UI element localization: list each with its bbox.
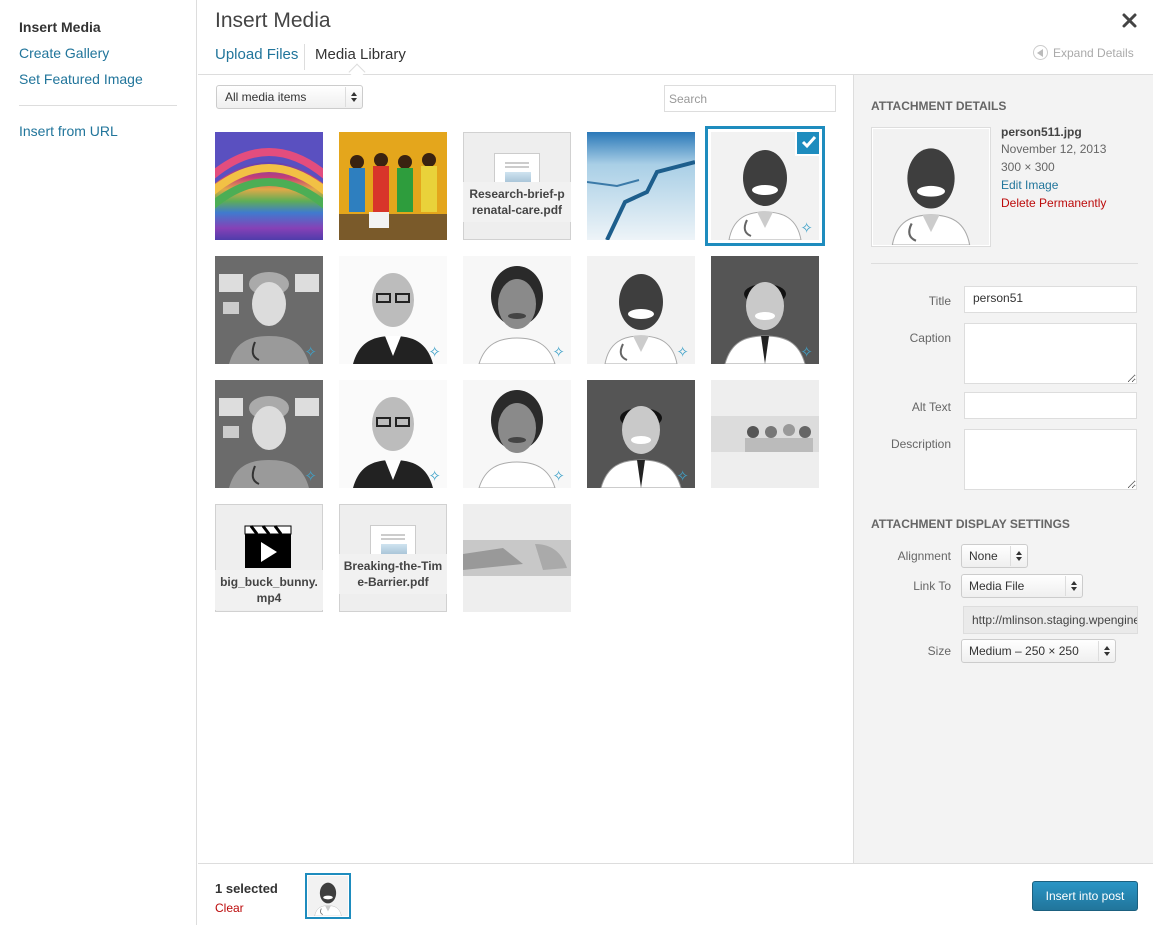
details-separator [871,263,1138,264]
attachment-thumbnail [871,127,991,247]
media-item-doctor-asian-2[interactable]: ✧ [587,380,695,488]
media-filter-select[interactable]: All media items [216,85,363,109]
arrow-left-icon [1033,45,1048,60]
sparkle-icon: ✧ [428,468,441,485]
modal-title: Insert Media [215,9,331,32]
sparkle-icon: ✧ [428,344,441,361]
clear-selection-link[interactable]: Clear [215,901,244,915]
sparkle-icon: ✧ [552,468,565,485]
media-toolbar-footer: 1 selected Clear Insert into post [198,863,1153,925]
caption-field[interactable] [964,323,1137,384]
menu-item-insert-from-url[interactable]: Insert from URL [19,123,118,139]
display-settings-heading: Attachment Display Settings [871,517,1070,531]
alt-text-field[interactable] [964,392,1137,419]
link-to-select[interactable]: Media File [961,574,1083,598]
caption-label: Caption [909,331,951,345]
hand-photo [463,504,571,612]
link-to-value: Media File [969,579,1025,593]
delete-permanently-link[interactable]: Delete Permanently [1001,196,1106,210]
link-to-label: Link To [913,579,951,593]
description-label: Description [890,437,951,451]
attachment-details-panel: Attachment Details person511.jpg Novembe… [853,75,1153,863]
selected-attachment-thumbnail[interactable] [305,873,351,919]
media-item-team[interactable] [711,380,819,488]
menu-item-create-gallery[interactable]: Create Gallery [19,45,109,61]
media-item-hand[interactable] [463,504,571,612]
sparkle-icon: ✧ [800,220,813,237]
ice-image [587,132,695,240]
alignment-label: Alignment [897,549,951,563]
media-item-ice[interactable] [587,132,695,240]
sparkle-icon: ✧ [800,344,813,361]
media-item-filename: Breaking-the-Time-Barrier.pdf [339,554,447,594]
media-item-nurse[interactable]: ✧ [215,256,323,364]
media-item-breaking-pdf[interactable]: Breaking-the-Time-Barrier.pdf [339,504,447,612]
title-label: Title [928,294,951,308]
description-field[interactable] [964,429,1137,490]
media-item-man-glasses-2[interactable]: ✧ [339,380,447,488]
attachment-dimensions: 300 × 300 [1001,160,1055,174]
attachment-date: November 12, 2013 [1001,142,1107,156]
media-item-woman[interactable]: ✧ [463,256,571,364]
select-arrows-icon [1010,546,1026,566]
media-item-research-pdf[interactable]: Research-brief-prenatal-care.pdf [463,132,571,240]
media-modal-menu: Insert Media Create Gallery Set Featured… [0,0,197,925]
media-item-doctor-asian[interactable]: ✧ [711,256,819,364]
menu-separator [19,105,177,106]
market-women-image [339,132,447,240]
checkmark-icon[interactable] [795,132,819,156]
menu-item-set-featured-image[interactable]: Set Featured Image [19,71,143,87]
sparkle-icon: ✧ [304,344,317,361]
alignment-select[interactable]: None [961,544,1028,568]
title-field[interactable]: person51 [964,286,1137,313]
link-url-field[interactable]: http://mlinson.staging.wpengine.com/wp-c… [963,606,1138,634]
expand-details-link[interactable]: Expand Details [1033,45,1134,60]
media-item-woman-2[interactable]: ✧ [463,380,571,488]
media-item-market-women[interactable] [339,132,447,240]
attachment-filename: person511.jpg [1001,125,1082,139]
close-icon[interactable] [1120,10,1140,32]
media-item-person511-selected[interactable]: ✧ [711,132,819,240]
sparkle-icon: ✧ [552,344,565,361]
active-tab-caret [348,63,366,81]
tab-media-library[interactable]: Media Library [315,46,406,63]
size-value: Medium – 250 × 250 [969,644,1079,658]
menu-item-insert-media[interactable]: Insert Media [19,19,101,35]
tab-upload-files[interactable]: Upload Files [215,46,298,63]
tab-divider [304,44,305,70]
alt-text-label: Alt Text [911,400,951,414]
media-item-doctor[interactable]: ✧ [587,256,695,364]
sparkle-icon: ✧ [676,468,689,485]
insert-into-post-button[interactable]: Insert into post [1032,881,1138,911]
attachment-details-heading: Attachment Details [871,99,1007,113]
media-item-man-glasses[interactable]: ✧ [339,256,447,364]
size-label: Size [927,644,951,658]
sparkle-icon: ✧ [304,468,317,485]
alignment-value: None [969,549,998,563]
select-arrows-icon [345,87,361,107]
select-arrows-icon [1098,641,1114,661]
size-select[interactable]: Medium – 250 × 250 [961,639,1116,663]
media-item-video[interactable]: big_buck_bunny.mp4 [215,504,323,612]
media-item-rainbow[interactable] [215,132,323,240]
edit-image-link[interactable]: Edit Image [1001,178,1058,192]
search-input[interactable] [664,85,836,112]
expand-details-label: Expand Details [1053,46,1134,60]
media-item-filename: big_buck_bunny.mp4 [215,570,323,610]
selection-count: 1 selected [215,881,278,896]
rainbow-image [215,132,323,240]
media-item-nurse-2[interactable]: ✧ [215,380,323,488]
team-photo [711,380,819,488]
media-filter-value: All media items [225,90,307,104]
select-arrows-icon [1065,576,1081,596]
sparkle-icon: ✧ [676,344,689,361]
media-item-filename: Research-brief-prenatal-care.pdf [463,182,571,222]
